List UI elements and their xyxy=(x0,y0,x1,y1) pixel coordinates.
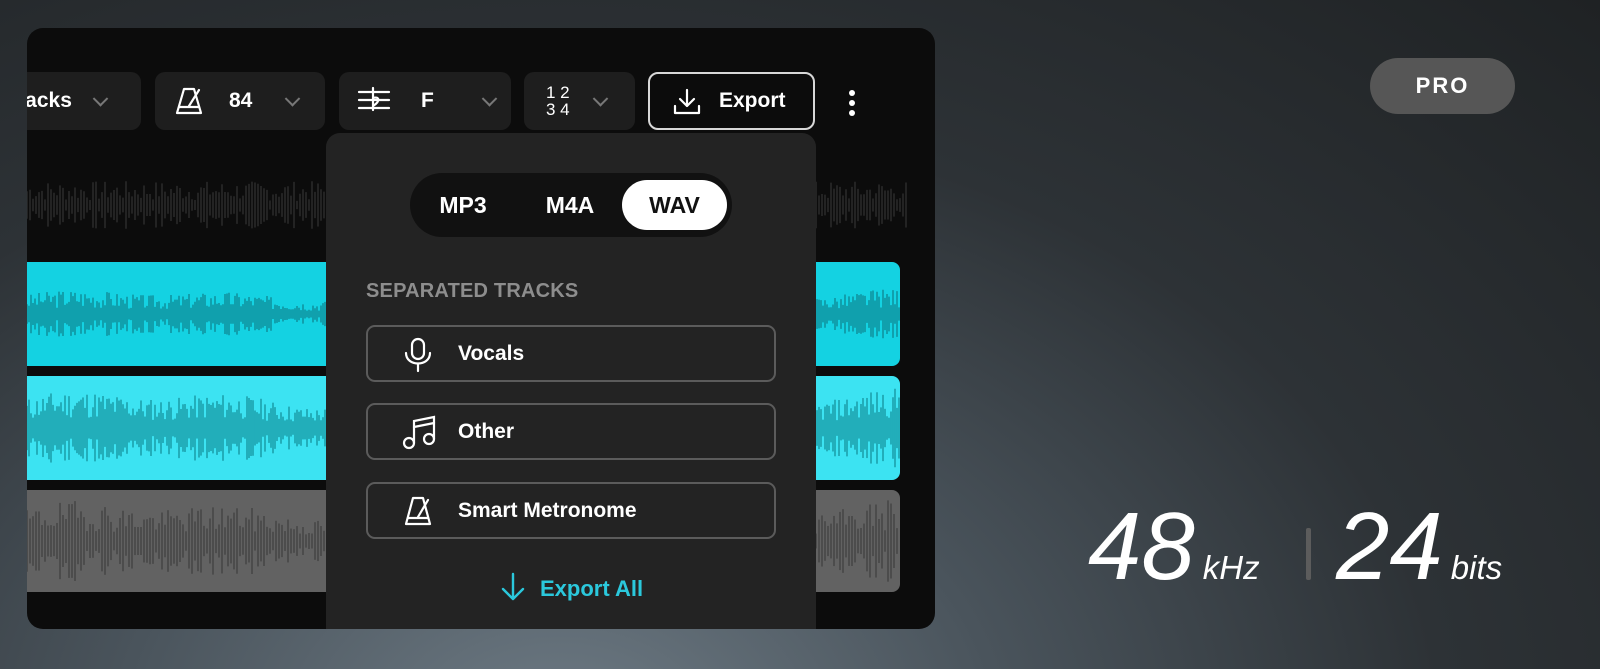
key-dropdown[interactable]: F xyxy=(339,72,511,130)
export-label: Export xyxy=(719,89,786,112)
key-value: F xyxy=(421,89,434,112)
app-window: racks 84 F 1 2 3 4 xyxy=(27,28,935,629)
stem-label: Smart Metronome xyxy=(458,499,637,522)
download-icon xyxy=(672,87,702,123)
time-signature-dropdown[interactable]: 1 2 3 4 xyxy=(524,72,635,130)
tracks-dropdown[interactable]: racks xyxy=(27,72,141,130)
sample-rate-unit: kHz xyxy=(1202,549,1260,586)
metronome-icon xyxy=(173,85,205,123)
sample-rate-spec: 48 kHz xyxy=(1088,492,1260,602)
export-dropdown-menu: MP3 M4A WAV SEPARATED TRACKS Vocals Othe… xyxy=(326,133,816,629)
arrow-down-icon xyxy=(500,572,526,607)
stem-metronome-button[interactable]: Smart Metronome xyxy=(366,482,776,539)
tempo-dropdown[interactable]: 84 xyxy=(155,72,325,130)
format-option-wav[interactable]: WAV xyxy=(622,180,727,230)
bit-depth-unit: bits xyxy=(1450,549,1503,586)
section-title: SEPARATED TRACKS xyxy=(366,280,579,302)
chevron-down-icon xyxy=(592,91,609,107)
chevron-down-icon xyxy=(481,91,498,107)
spec-divider xyxy=(1306,528,1311,580)
format-option-mp3[interactable]: MP3 xyxy=(422,180,504,230)
tempo-value: 84 xyxy=(229,89,253,112)
export-all-button[interactable]: Export All xyxy=(500,572,644,607)
chevron-down-icon xyxy=(284,91,301,107)
bit-depth-value: 24 xyxy=(1336,493,1443,600)
bit-depth-spec: 24 bits xyxy=(1336,492,1502,602)
stem-label: Vocals xyxy=(458,342,525,365)
chevron-down-icon xyxy=(92,91,109,107)
metronome-icon xyxy=(402,494,434,533)
format-option-m4a[interactable]: M4A xyxy=(528,180,612,230)
music-note-icon xyxy=(402,415,438,456)
format-switch: MP3 M4A WAV xyxy=(410,173,732,237)
tuning-fork-icon xyxy=(357,86,391,122)
export-all-label: Export All xyxy=(540,576,644,601)
time-signature-icon: 1 2 3 4 xyxy=(546,83,570,119)
more-options-icon[interactable] xyxy=(845,90,859,120)
stem-vocals-button[interactable]: Vocals xyxy=(366,325,776,382)
stem-label: Other xyxy=(458,420,515,443)
sample-rate-value: 48 xyxy=(1088,493,1195,600)
tracks-label: racks xyxy=(27,89,72,112)
stem-other-button[interactable]: Other xyxy=(366,403,776,460)
microphone-icon xyxy=(402,337,434,378)
export-button[interactable]: Export xyxy=(648,72,815,130)
pro-badge: PRO xyxy=(1370,58,1515,114)
